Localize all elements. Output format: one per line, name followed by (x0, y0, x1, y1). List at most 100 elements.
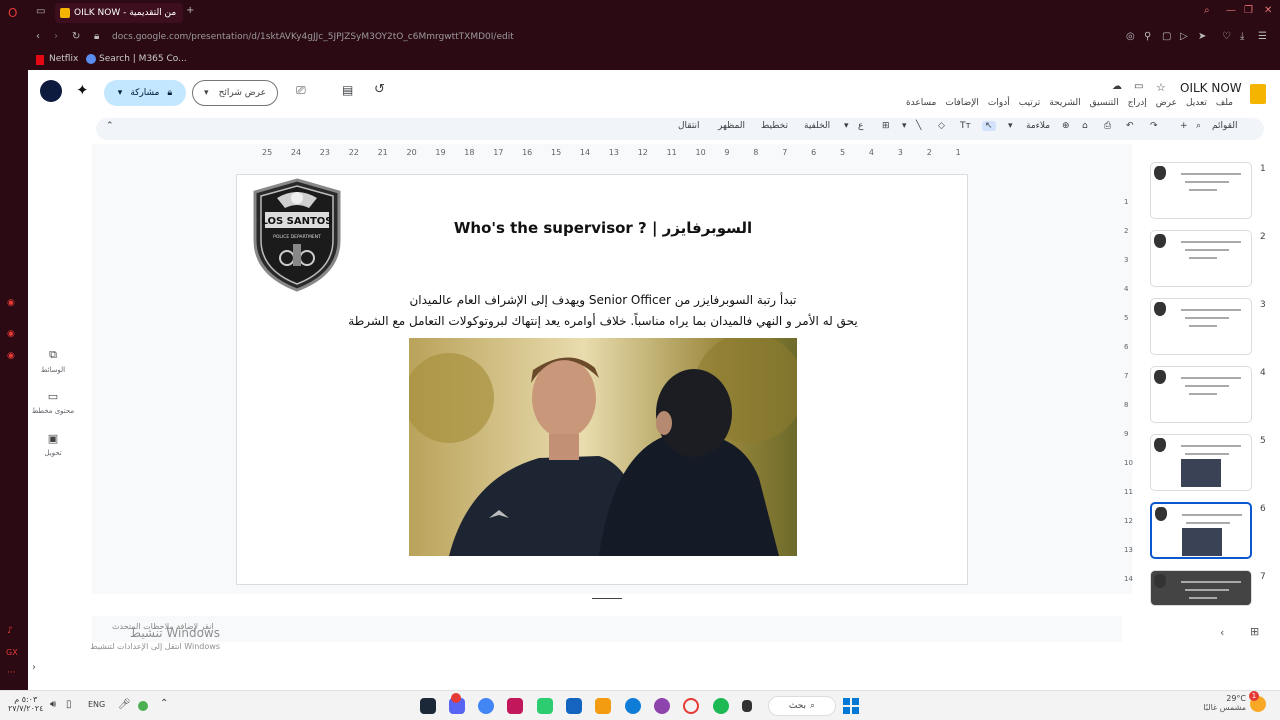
start-button[interactable] (843, 698, 859, 714)
chrome-icon[interactable] (478, 698, 494, 714)
menu-file[interactable]: ملف (1216, 98, 1233, 112)
star-icon[interactable]: ☆ (1156, 81, 1166, 94)
slideshow-button[interactable]: ▾ عرض شرائح (192, 80, 278, 106)
undo-icon[interactable]: ↶ (1126, 121, 1134, 131)
menu-arrange[interactable]: ترتيب (1019, 98, 1041, 112)
slide-body-line-2[interactable]: يحق له الأمر و النهي فالميدان بما يراه م… (237, 314, 969, 328)
user-avatar[interactable] (40, 80, 62, 102)
planned-content-tool[interactable]: ▭ محتوى مخطط (28, 390, 78, 415)
slide-thumbnail[interactable] (1150, 230, 1252, 287)
status-icon[interactable] (138, 701, 148, 711)
menu-icon[interactable]: ☰ (1258, 31, 1267, 42)
weather-widget[interactable]: 29°C مشمس غالبًا (1196, 694, 1246, 712)
slide-thumbnail[interactable] (1150, 434, 1252, 491)
bookmark-m365[interactable]: Search | M365 Co... (99, 54, 187, 64)
slide-thumbnail[interactable] (1150, 162, 1252, 219)
browser-tab-active[interactable]: OILK NOW - من التقديمية (55, 3, 183, 23)
comment-add-icon[interactable]: ⊞ (882, 121, 890, 131)
player-icon[interactable]: ▷ (1180, 31, 1188, 42)
menus-search-label[interactable]: القوائم (1212, 121, 1237, 131)
minimize-icon[interactable]: — (1226, 5, 1236, 16)
menu-insert[interactable]: إدراج (1128, 98, 1147, 112)
file-explorer-icon[interactable] (595, 698, 611, 714)
new-slide-icon[interactable]: + (1180, 121, 1188, 131)
tray-expand-icon[interactable]: ⌃ (160, 698, 168, 709)
collapse-notes-icon[interactable]: ‹ (1220, 626, 1224, 639)
reload-icon[interactable]: ↻ (72, 31, 80, 42)
edge-icon[interactable] (625, 698, 641, 714)
grid-view-icon[interactable]: ⊞ (1250, 625, 1259, 638)
menu-format[interactable]: التنسيق (1090, 98, 1119, 112)
back-icon[interactable]: ‹ (36, 31, 40, 42)
paint-format-icon[interactable]: ⌂ (1082, 121, 1088, 131)
comments-icon[interactable]: ▤ (342, 83, 353, 97)
meet-icon[interactable]: ⎚ (296, 83, 306, 98)
heart-icon[interactable]: ♡ (1222, 31, 1231, 42)
more-icon[interactable]: ··· (7, 668, 16, 678)
mic-icon[interactable]: 🎤︎ (118, 699, 131, 710)
expand-panel-icon[interactable]: › (32, 662, 36, 673)
menu-tools[interactable]: أدوات (988, 98, 1010, 112)
history-icon[interactable]: ↺ (374, 82, 385, 97)
clock[interactable]: ٥:٠٣ م ٢٧/٧/٢٠٢٤ (8, 695, 43, 713)
slide-photo-officers[interactable] (409, 338, 797, 556)
forward-icon[interactable]: › (54, 31, 58, 42)
move-folder-icon[interactable]: ▭ (1134, 81, 1143, 92)
convert-tool[interactable]: ▣ تحويل (28, 432, 78, 457)
gx-icon[interactable]: GX (6, 648, 18, 657)
pin-icon[interactable]: ⚲ (1144, 31, 1151, 42)
zoom-icon[interactable]: ⊕ (1062, 121, 1070, 131)
battery-icon[interactable]: ▯ (66, 699, 72, 710)
volume-icon[interactable]: 🔊︎ (50, 699, 56, 710)
slide-canvas[interactable]: LOS SANTOS POLICE DEPARTMENT السوبرفايزر… (236, 174, 968, 585)
send-icon[interactable]: ➤ (1198, 31, 1206, 42)
sidebar-app-icon[interactable]: ◉ (7, 298, 15, 308)
media-tool[interactable]: ⧉ الوسائط (28, 348, 78, 374)
copilot-icon[interactable] (654, 698, 670, 714)
sidebar-app-icon[interactable]: ◉ (7, 329, 15, 339)
slide-body-line-1[interactable]: تبدأ رتبة السوبرفايزر من Senior Officer … (237, 293, 969, 307)
search-tabs-icon[interactable]: ⌕ (1204, 5, 1210, 16)
store-icon[interactable] (566, 698, 582, 714)
fit-zoom-select[interactable]: ملاءمة (1026, 121, 1050, 131)
select-tool-icon[interactable]: ↖ (982, 121, 996, 131)
line-dropdown-icon[interactable]: ▾ (902, 121, 907, 131)
share-dropdown-icon[interactable]: ▾ (118, 88, 123, 98)
slideshow-dropdown-icon[interactable]: ▾ (204, 88, 209, 98)
camera-icon[interactable]: ◎ (1126, 31, 1135, 42)
input-tools-icon[interactable]: ع (858, 121, 863, 131)
opera-taskbar-icon[interactable] (683, 698, 699, 714)
snapshot-icon[interactable]: ▢ (1162, 31, 1171, 42)
search-menus-icon[interactable]: ⌕ (1196, 121, 1201, 131)
slide-thumbnail[interactable] (1150, 366, 1252, 423)
text-box-icon[interactable]: Tт (960, 121, 971, 131)
slide-thumbnail[interactable] (1150, 298, 1252, 355)
slides-logo-icon[interactable] (1250, 84, 1266, 104)
menu-help[interactable]: مساعدة (906, 98, 936, 112)
slide-title[interactable]: السوبرفايزر | ? Who's the supervisor (237, 219, 969, 237)
discord-icon[interactable]: ◉ (7, 351, 15, 361)
doc-title[interactable]: OILK NOW (1180, 81, 1242, 95)
menu-extensions[interactable]: الإضافات (945, 98, 979, 112)
language-indicator[interactable]: ENG (88, 700, 105, 709)
opera-logo-icon[interactable]: O (8, 6, 17, 20)
steam-icon[interactable] (420, 698, 436, 714)
input-dropdown-icon[interactable]: ▾ (844, 121, 849, 131)
slide-thumbnail[interactable] (1150, 502, 1252, 559)
theme-button[interactable]: المظهر (718, 121, 745, 131)
speaker-notes[interactable]: انقر لإضافة ملاحظات المتحدث (92, 616, 1122, 642)
spotify-icon[interactable] (713, 698, 729, 714)
layout-button[interactable]: تخطيط (761, 121, 788, 131)
maximize-icon[interactable]: ❐ (1244, 5, 1253, 16)
slide-thumbnail[interactable] (1150, 570, 1252, 606)
task-view-icon[interactable] (742, 700, 752, 712)
gemini-icon[interactable]: ✦ (76, 81, 89, 99)
share-button[interactable]: ▾ مشاركة 🔒︎ (104, 80, 186, 106)
shape-icon[interactable]: ◇ (938, 121, 945, 131)
panel-resize-handle[interactable] (592, 598, 622, 599)
print-icon[interactable]: ⎙ (1104, 121, 1111, 131)
tab-list-icon[interactable]: ▭ (36, 6, 45, 17)
line-icon[interactable]: ╲ (916, 121, 921, 131)
menu-view[interactable]: عرض (1156, 98, 1177, 112)
close-window-icon[interactable]: ✕ (1264, 5, 1272, 16)
